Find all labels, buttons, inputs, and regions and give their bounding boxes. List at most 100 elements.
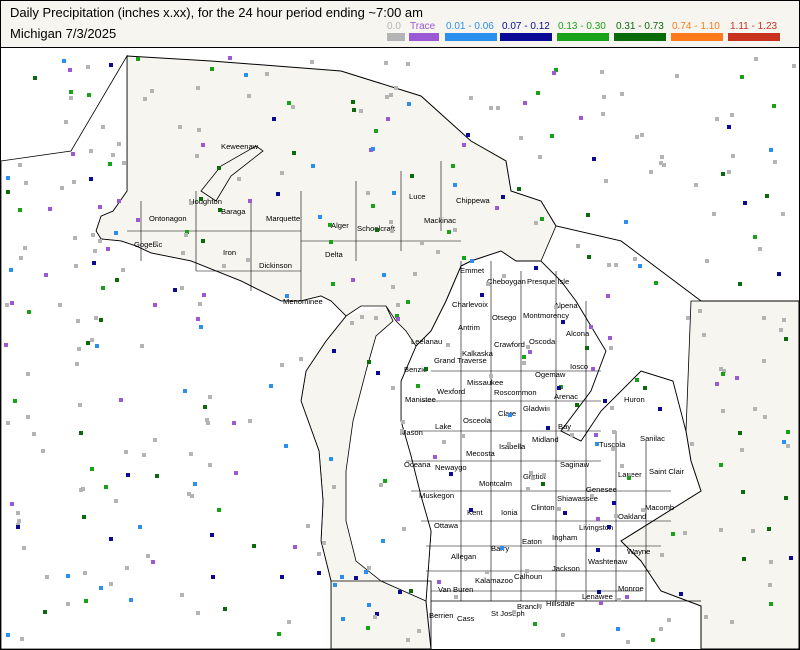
station-marker — [773, 160, 777, 164]
station-marker — [375, 228, 379, 232]
station-marker — [48, 207, 52, 211]
station-marker — [89, 149, 93, 153]
station-marker — [93, 249, 97, 253]
station-marker — [762, 359, 766, 363]
station-marker — [86, 341, 90, 345]
station-marker — [542, 473, 546, 477]
station-marker — [374, 129, 378, 133]
station-marker — [534, 221, 538, 225]
station-marker — [201, 143, 205, 147]
station-marker — [610, 406, 614, 410]
station-marker — [398, 590, 402, 594]
station-marker — [150, 89, 154, 93]
station-marker — [142, 453, 146, 457]
station-marker — [420, 241, 424, 245]
station-marker — [540, 217, 544, 221]
station-marker — [16, 525, 20, 529]
station-marker — [17, 519, 21, 523]
station-marker — [616, 627, 620, 631]
station-marker — [552, 71, 556, 75]
county-label: Isabella — [499, 442, 526, 451]
station-marker — [768, 583, 772, 587]
station-marker — [698, 309, 702, 313]
station-marker — [596, 548, 600, 552]
station-marker — [155, 474, 159, 478]
station-marker — [591, 367, 595, 371]
station-marker — [291, 105, 295, 109]
station-marker — [328, 223, 332, 227]
station-marker — [90, 338, 94, 342]
county-label: Ogemaw — [535, 370, 566, 379]
station-marker — [187, 492, 191, 496]
station-marker — [208, 395, 212, 399]
county-label: Chippewa — [456, 196, 491, 205]
county-label: Arenac — [554, 392, 578, 401]
county-label: Alger — [331, 221, 349, 230]
station-marker — [712, 212, 716, 216]
station-marker — [480, 293, 484, 297]
station-marker — [390, 229, 394, 233]
station-marker — [715, 117, 719, 121]
county-label: Eaton — [522, 537, 542, 546]
county-label: Newaygo — [435, 463, 467, 472]
station-marker — [528, 350, 532, 354]
station-marker — [81, 487, 85, 491]
station-marker — [587, 255, 591, 259]
county-label: Calhoun — [514, 572, 542, 581]
station-marker — [153, 303, 157, 307]
station-marker — [596, 517, 600, 521]
station-marker — [602, 95, 606, 99]
station-marker — [410, 174, 414, 178]
station-marker — [406, 62, 410, 66]
station-marker — [446, 343, 450, 347]
station-marker — [495, 206, 499, 210]
station-marker — [777, 272, 781, 276]
station-marker — [461, 434, 465, 438]
station-marker — [406, 300, 410, 304]
station-marker — [4, 343, 8, 347]
station-marker — [751, 529, 755, 533]
station-marker — [317, 571, 321, 575]
county-label: Oscoda — [529, 337, 556, 346]
station-marker — [210, 533, 214, 537]
county-label: Otsego — [492, 313, 516, 322]
county-label: Genesee — [586, 485, 617, 494]
station-marker — [360, 315, 364, 319]
station-marker — [433, 455, 437, 459]
station-marker — [138, 525, 142, 529]
station-marker — [6, 633, 10, 637]
station-marker — [546, 426, 550, 430]
station-marker — [719, 463, 723, 467]
station-marker — [111, 153, 115, 157]
county-label: Iron — [223, 248, 236, 257]
station-marker — [767, 527, 771, 531]
county-label: Luce — [409, 192, 425, 201]
station-marker — [181, 251, 185, 255]
county-label: Leelanau — [411, 337, 442, 346]
station-marker — [366, 191, 370, 195]
station-marker — [496, 106, 500, 110]
station-marker — [84, 599, 88, 603]
county-label: Monroe — [618, 584, 644, 593]
station-marker — [462, 143, 466, 147]
station-marker — [381, 539, 385, 543]
station-marker — [196, 86, 200, 90]
station-marker — [576, 244, 580, 248]
station-marker — [371, 147, 375, 151]
station-marker — [92, 261, 96, 265]
county-label: Oceana — [404, 460, 431, 469]
station-marker — [73, 236, 77, 240]
station-marker — [87, 93, 91, 97]
station-marker — [272, 117, 276, 121]
station-marker — [269, 384, 273, 388]
station-marker — [178, 125, 182, 129]
station-marker — [265, 72, 269, 76]
station-marker — [604, 179, 608, 183]
station-marker — [721, 409, 725, 413]
station-marker — [383, 479, 387, 483]
county-label: Saint Clair — [649, 467, 684, 476]
station-marker — [199, 325, 203, 329]
county-label: Delta — [325, 250, 344, 259]
station-marker — [391, 386, 395, 390]
station-marker — [211, 575, 215, 579]
